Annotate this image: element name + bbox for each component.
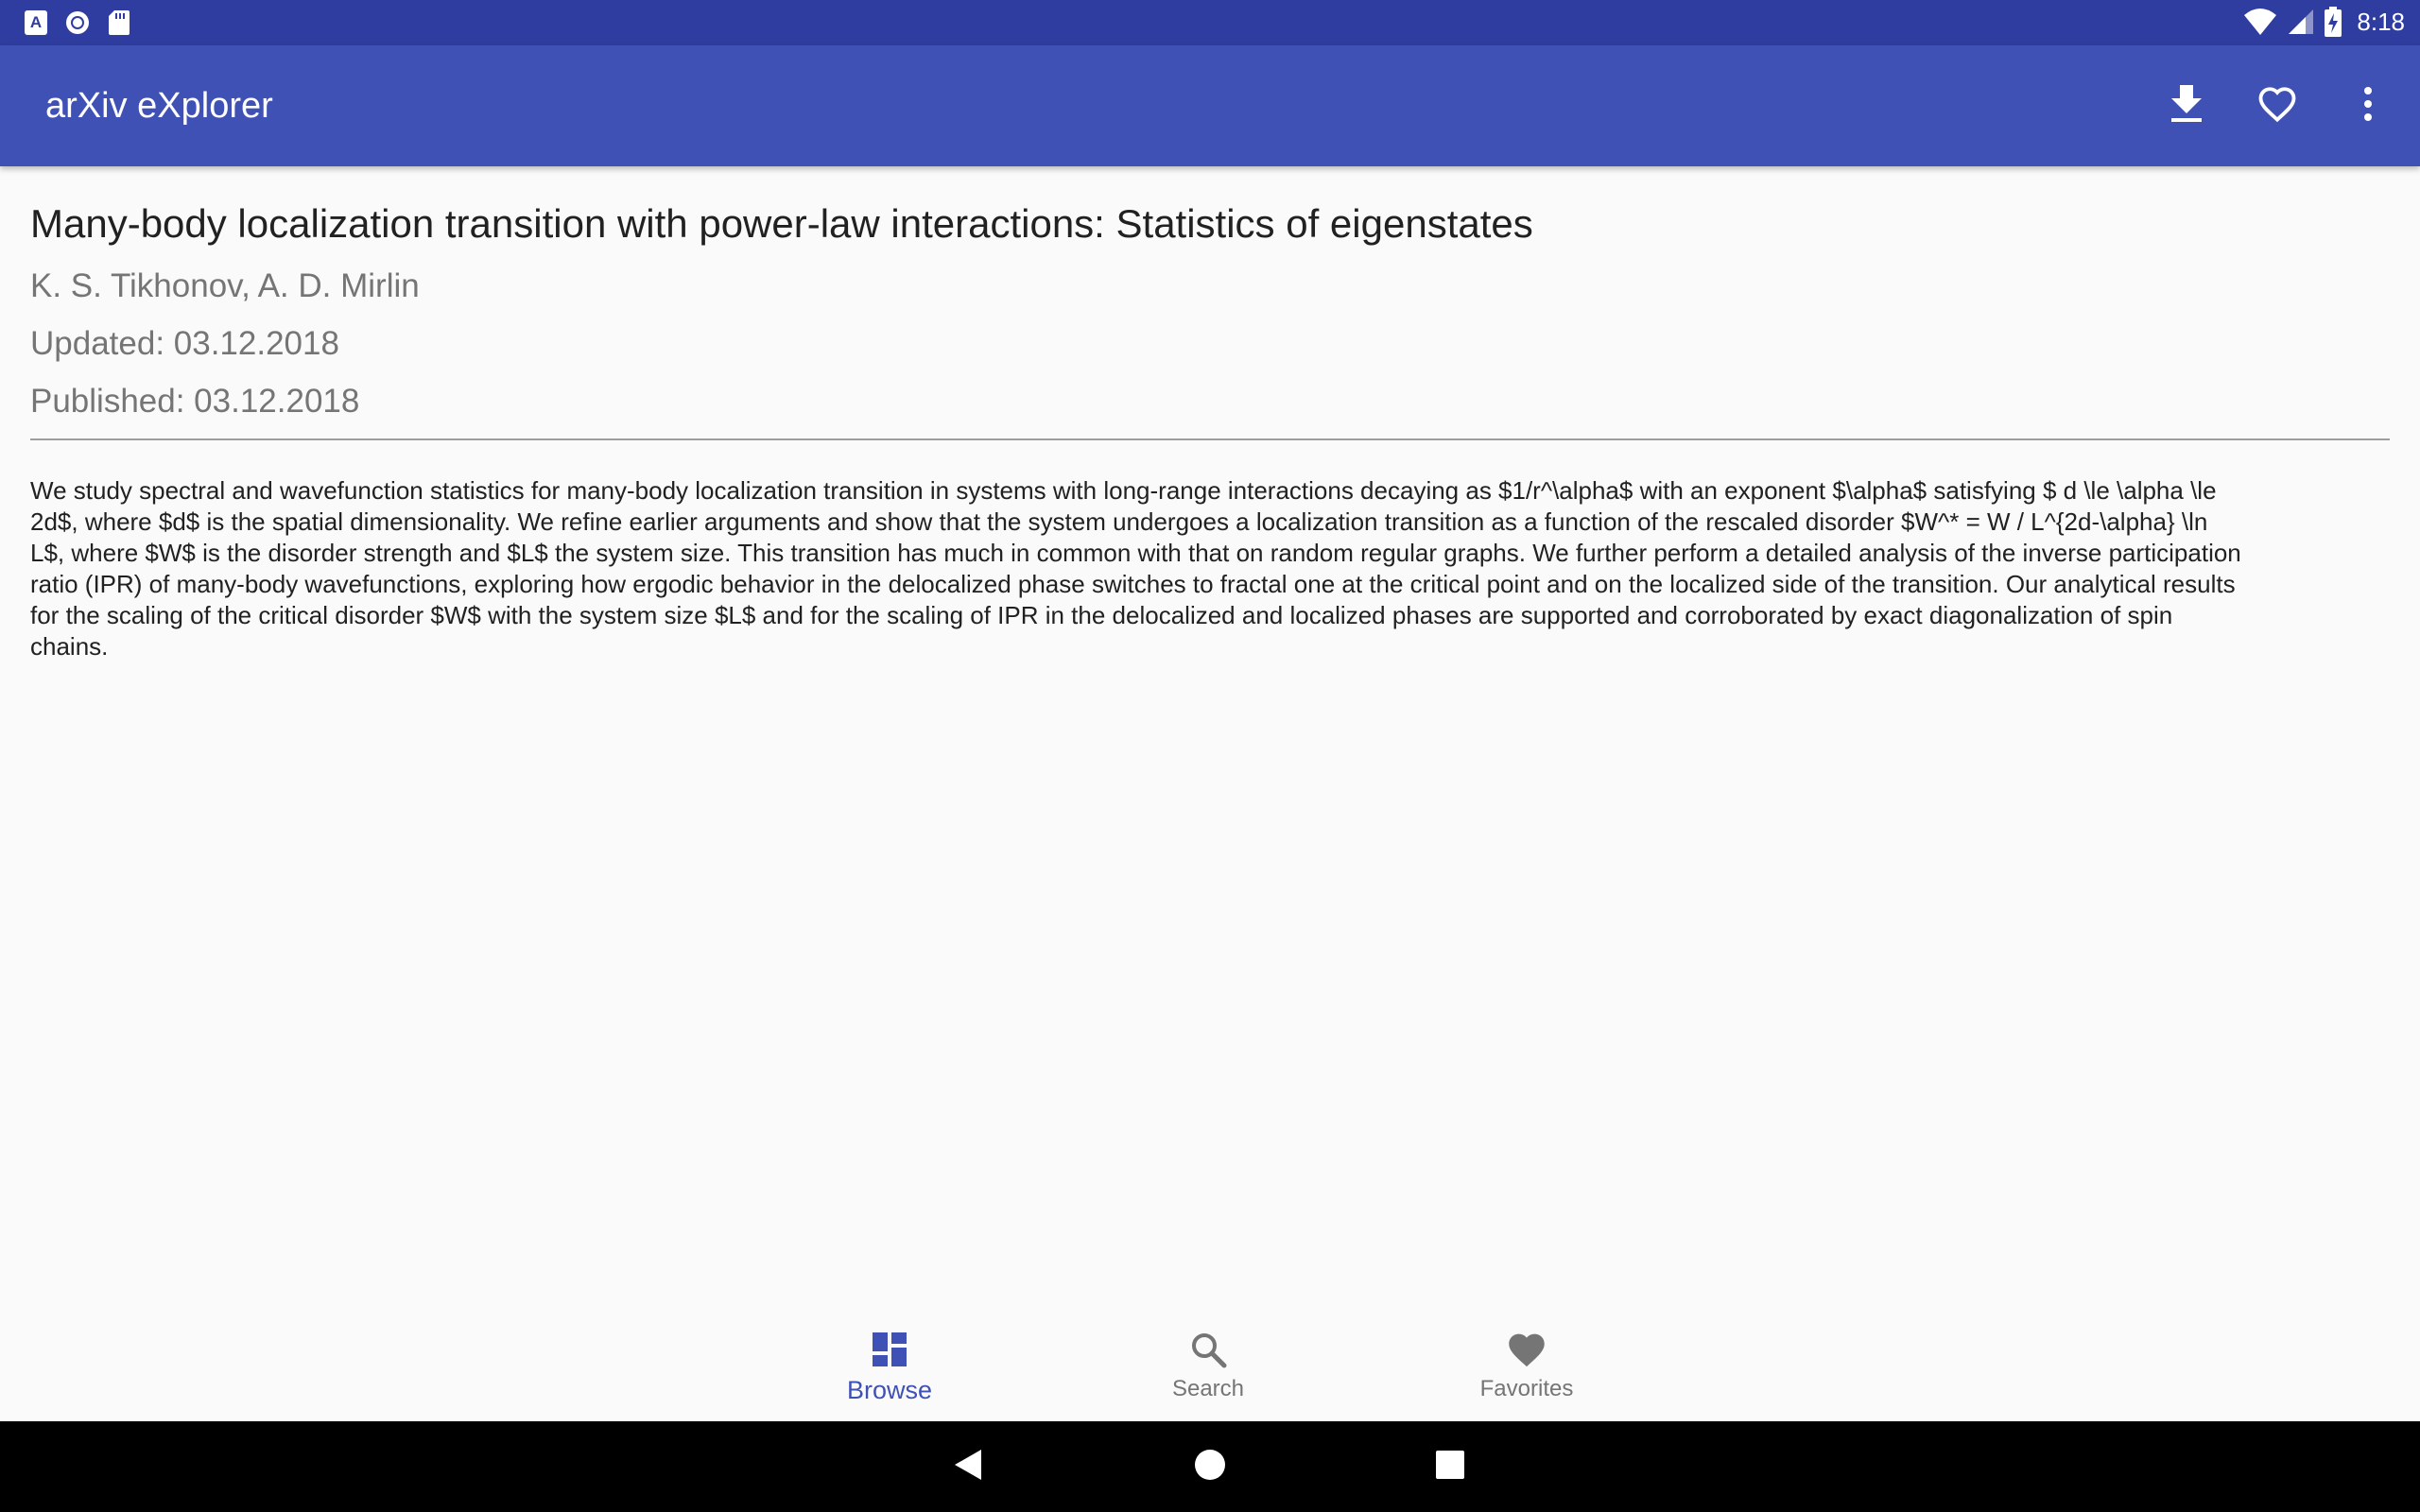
nav-browse[interactable]: Browse <box>795 1327 984 1421</box>
paper-published-date: Published: 03.12.2018 <box>30 383 360 421</box>
nav-favorites-label: Favorites <box>1479 1376 1574 1401</box>
more-vert-icon <box>2362 86 2374 127</box>
more-options-button[interactable] <box>2344 82 2392 129</box>
system-navigation-bar <box>0 1421 2420 1512</box>
back-icon <box>953 1448 983 1486</box>
recents-icon <box>1435 1450 1465 1485</box>
app-title: arXiv eXplorer <box>45 86 273 126</box>
status-time: 8:18 <box>2357 7 2405 36</box>
wifi-icon <box>2243 8 2277 36</box>
app-bar-actions <box>2163 45 2392 166</box>
heart-icon <box>1504 1327 1549 1372</box>
sd-card-icon <box>108 9 130 36</box>
paper-authors: K. S. Tikhonov, A. D. Mirlin <box>30 267 420 305</box>
a-notification-icon: A <box>25 10 47 35</box>
favorite-button[interactable] <box>2254 82 2301 129</box>
signal-icon <box>2287 8 2315 36</box>
app-bar: arXiv eXplorer <box>0 45 2420 166</box>
paper-updated-date: Updated: 03.12.2018 <box>30 325 339 363</box>
divider <box>30 438 2390 441</box>
paper-abstract: We study spectral and wavefunction stati… <box>30 476 2241 662</box>
status-bar: A 8:18 <box>0 0 2420 45</box>
status-system: 8:18 <box>2243 7 2405 37</box>
nav-search-label: Search <box>1171 1376 1245 1401</box>
recents-button[interactable] <box>1427 1444 1473 1489</box>
download-button[interactable] <box>2163 82 2210 129</box>
paper-details: Many-body localization transition with p… <box>30 166 2390 662</box>
bottom-navigation: Browse Search Favorites <box>0 1308 2420 1421</box>
back-button[interactable] <box>945 1444 991 1489</box>
nav-search[interactable]: Search <box>1114 1327 1303 1421</box>
favorite-outline-icon <box>2257 85 2297 128</box>
download-icon <box>2170 84 2203 128</box>
status-notifications: A <box>25 9 130 36</box>
dashboard-icon <box>867 1327 912 1372</box>
circle-notification-icon <box>64 9 91 36</box>
home-icon <box>1193 1448 1227 1486</box>
search-icon <box>1185 1327 1231 1372</box>
battery-charging-icon <box>2325 7 2342 37</box>
nav-favorites[interactable]: Favorites <box>1432 1327 1621 1421</box>
home-button[interactable] <box>1187 1444 1233 1489</box>
nav-browse-label: Browse <box>846 1376 933 1404</box>
paper-title: Many-body localization transition with p… <box>30 201 1533 246</box>
screen: A 8:18 arXiv eXplorer Many-body localiza… <box>0 0 2420 1512</box>
